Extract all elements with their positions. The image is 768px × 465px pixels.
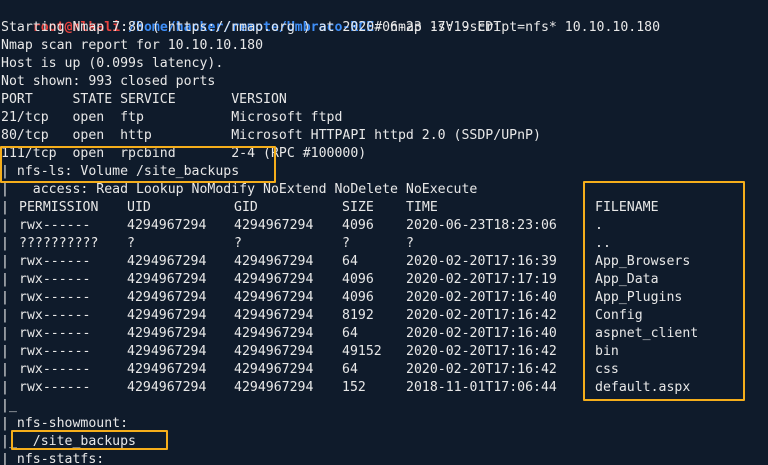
table-cell-permission: rwx------ (19, 380, 91, 395)
port-row: 111/tcp open rpcbind 2-4 (RPC #100000) (1, 146, 367, 161)
nfs-statfs-line: | nfs-statfs: (1, 452, 105, 465)
table-cell-permission: rwx------ (19, 272, 91, 287)
table-cell-filename: css (595, 362, 619, 377)
table-cell-time: 2020-02-20T17:16:42 (406, 344, 557, 359)
table-cell-permission: rwx------ (19, 290, 91, 305)
tree-pipe: | (1, 344, 9, 359)
nfs-showmount-line: | nfs-showmount: (1, 416, 129, 431)
table-cell-filename: bin (595, 344, 619, 359)
table-header-filename: FILENAME (595, 200, 659, 215)
output-line: |_ (1, 398, 17, 413)
table-cell-time: 2020-06-23T18:23:06 (406, 218, 557, 233)
table-cell-uid: 4294967294 (127, 344, 207, 359)
table-cell-size: 152 (342, 380, 366, 395)
table-cell-filename: App_Data (595, 272, 659, 287)
table-cell-time: 2020-02-20T17:16:39 (406, 254, 557, 269)
table-cell-time: 2020-02-20T17:17:19 (406, 272, 557, 287)
table-cell-time: 2020-02-20T17:16:42 (406, 362, 557, 377)
table-cell-time: 2020-02-20T17:16:42 (406, 308, 557, 323)
table-cell-uid: 4294967294 (127, 272, 207, 287)
table-cell-permission: rwx------ (19, 218, 91, 233)
output-line: Not shown: 993 closed ports (1, 74, 216, 89)
table-cell-size: 64 (342, 362, 358, 377)
table-cell-uid: 4294967294 (127, 362, 207, 377)
table-cell-gid: 4294967294 (234, 308, 314, 323)
tree-pipe: | (1, 380, 9, 395)
table-cell-time: 2020-02-20T17:16:40 (406, 326, 557, 341)
table-cell-filename: default.aspx (595, 380, 691, 395)
table-cell-permission: rwx------ (19, 254, 91, 269)
tree-pipe: | (1, 200, 9, 215)
tree-pipe: | (1, 236, 9, 251)
table-header-uid: UID (127, 200, 151, 215)
table-cell-gid: ? (234, 236, 242, 251)
table-cell-permission: ?????????? (19, 236, 99, 251)
table-cell-permission: rwx------ (19, 362, 91, 377)
nfs-access-line: | access: Read Lookup NoModify NoExtend … (1, 182, 478, 197)
table-cell-filename: App_Plugins (595, 290, 683, 305)
table-cell-filename: Config (595, 308, 643, 323)
table-cell-gid: 4294967294 (234, 254, 314, 269)
table-cell-gid: 4294967294 (234, 344, 314, 359)
table-cell-size: 4096 (342, 272, 374, 287)
table-cell-gid: 4294967294 (234, 362, 314, 377)
table-header-time: TIME (406, 200, 438, 215)
output-line: Host is up (0.099s latency). (1, 56, 224, 71)
table-cell-gid: 4294967294 (234, 272, 314, 287)
table-cell-permission: rwx------ (19, 308, 91, 323)
table-cell-uid: 4294967294 (127, 254, 207, 269)
output-line: Starting Nmap 7.80 ( https://nmap.org ) … (1, 20, 502, 35)
table-header-permission: PERMISSION (19, 200, 99, 215)
table-cell-time: 2018-11-01T17:06:44 (406, 380, 557, 395)
tree-pipe: | (1, 308, 9, 323)
table-cell-size: 49152 (342, 344, 382, 359)
table-cell-permission: rwx------ (19, 326, 91, 341)
table-cell-filename: App_Browsers (595, 254, 691, 269)
table-cell-uid: 4294967294 (127, 308, 207, 323)
table-cell-size: 8192 (342, 308, 374, 323)
table-cell-permission: rwx------ (19, 344, 91, 359)
table-cell-uid: 4294967294 (127, 290, 207, 305)
table-header-gid: GID (234, 200, 258, 215)
table-cell-filename: .. (595, 236, 611, 251)
nfs-ls-volume-line: | nfs-ls: Volume /site_backups (1, 164, 240, 179)
table-cell-size: 64 (342, 326, 358, 341)
terminal-window[interactable]: root@hlkali:/home/hacker/remote/Umbraco-… (0, 0, 768, 465)
table-cell-gid: 4294967294 (234, 290, 314, 305)
table-cell-uid: 4294967294 (127, 218, 207, 233)
table-cell-filename: . (595, 218, 603, 233)
output-line: Nmap scan report for 10.10.10.180 (1, 38, 264, 53)
port-row: 21/tcp open ftp Microsoft ftpd (1, 110, 343, 125)
table-cell-time: 2020-02-20T17:16:40 (406, 290, 557, 305)
table-cell-size: ? (342, 236, 350, 251)
tree-pipe: | (1, 362, 9, 377)
table-cell-gid: 4294967294 (234, 380, 314, 395)
port-row: 80/tcp open http Microsoft HTTPAPI httpd… (1, 128, 541, 143)
table-cell-filename: aspnet_client (595, 326, 699, 341)
tree-pipe: | (1, 254, 9, 269)
table-header-size: SIZE (342, 200, 374, 215)
table-cell-uid: 4294967294 (127, 326, 207, 341)
table-cell-size: 64 (342, 254, 358, 269)
table-cell-gid: 4294967294 (234, 218, 314, 233)
table-cell-size: 4096 (342, 218, 374, 233)
tree-pipe: | (1, 290, 9, 305)
tree-pipe: | (1, 218, 9, 233)
table-cell-time: ? (406, 236, 414, 251)
table-cell-size: 4096 (342, 290, 374, 305)
port-table-header: PORT STATE SERVICE VERSION (1, 92, 287, 107)
table-cell-uid: 4294967294 (127, 380, 207, 395)
tree-pipe: | (1, 272, 9, 287)
prompt-line: root@hlkali:/home/hacker/remote/Umbraco-… (1, 1, 660, 35)
tree-pipe: | (1, 326, 9, 341)
showmount-export-line: |_ /site_backups (1, 434, 136, 449)
table-cell-gid: 4294967294 (234, 326, 314, 341)
table-cell-uid: ? (127, 236, 135, 251)
